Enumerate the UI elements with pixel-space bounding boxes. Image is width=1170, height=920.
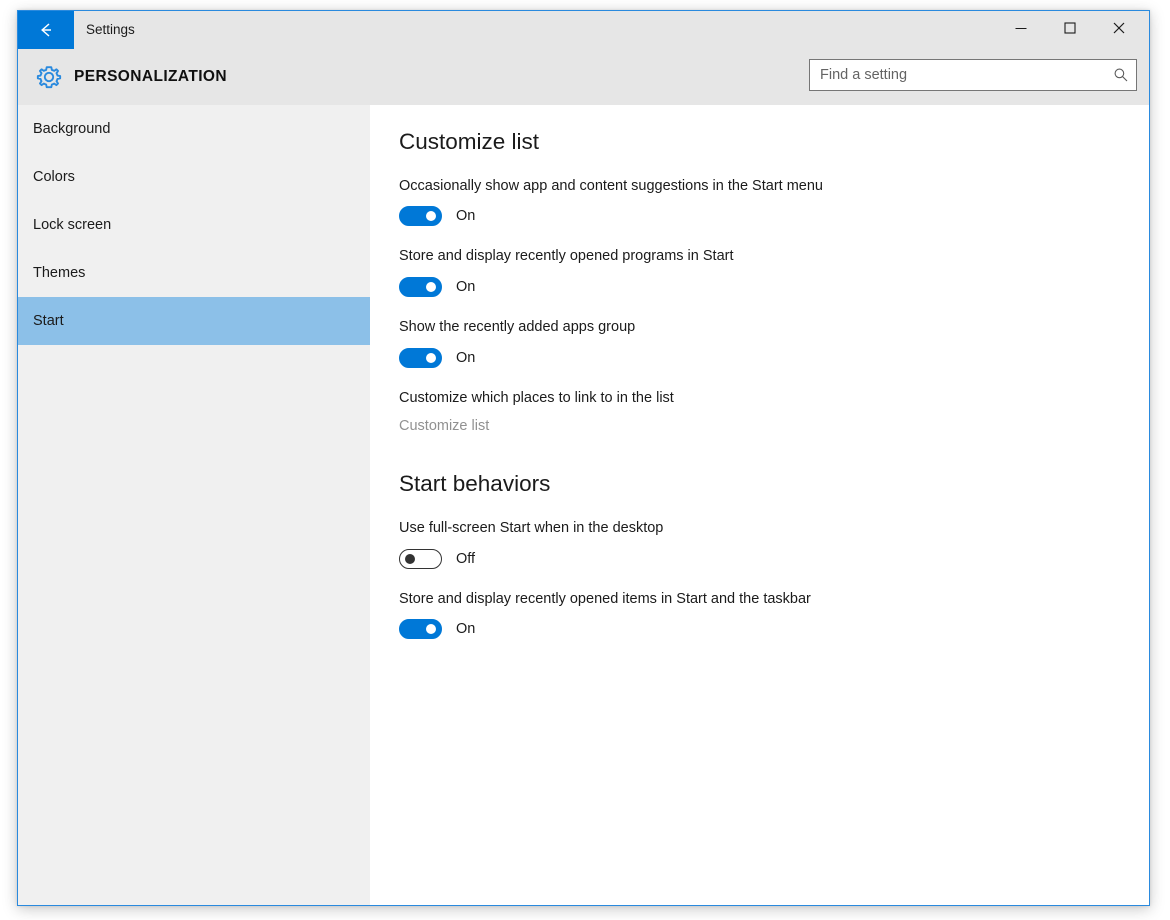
setting-label: Show the recently added apps group: [399, 319, 636, 335]
setting-label: Occasionally show app and content sugges…: [399, 177, 823, 194]
sidebar-item-themes[interactable]: Themes: [18, 249, 370, 297]
toggle-knob: [426, 282, 436, 292]
sidebar-item-label: Background: [33, 121, 111, 137]
gear-icon: [33, 61, 65, 93]
content-area: Background Colors Lock screen Themes Sta…: [18, 105, 1149, 905]
toggle-full-screen-start[interactable]: [399, 548, 442, 569]
page-title: PERSONALIZATION: [74, 68, 227, 85]
sidebar-item-colors[interactable]: Colors: [18, 153, 370, 201]
toggle-knob: [426, 624, 436, 635]
sidebar-item-label: Themes: [33, 265, 86, 281]
setting-recently-opened-items: Store and display recently opened items …: [399, 590, 1149, 641]
search-box[interactable]: [809, 59, 1137, 91]
sidebar-item-label: Start: [33, 313, 64, 329]
sidebar-item-background[interactable]: Background: [18, 105, 370, 153]
window-title: Settings: [86, 22, 135, 37]
sidebar-item-label: Lock screen: [33, 217, 112, 233]
toggle-recently-opened-items[interactable]: [399, 619, 442, 640]
toggle-recently-added-apps[interactable]: [399, 347, 442, 368]
toggle-row: On: [399, 205, 1149, 227]
minimize-icon: [1014, 21, 1028, 40]
toggle-state-label: On: [456, 349, 476, 366]
customize-list-link[interactable]: Customize list: [399, 418, 489, 434]
back-arrow-icon: [35, 19, 57, 41]
back-button[interactable]: [18, 11, 74, 49]
toggle-state-label: On: [456, 621, 476, 638]
setting-customize-places-link: Customize which places to link to in the…: [399, 389, 1149, 436]
setting-recently-opened-programs: Store and display recently opened progra…: [399, 247, 1149, 298]
setting-label: Customize which places to link to in the…: [399, 389, 674, 406]
section-heading-start-behaviors: Start behaviors: [399, 471, 551, 497]
search-icon[interactable]: [1113, 67, 1129, 83]
minimize-button[interactable]: [998, 11, 1044, 49]
sidebar-item-lock-screen[interactable]: Lock screen: [18, 201, 370, 249]
close-button[interactable]: [1096, 11, 1142, 49]
toggle-row: On: [399, 347, 1149, 369]
maximize-button[interactable]: [1047, 11, 1093, 49]
settings-panel: Customize list Occasionally show app and…: [371, 105, 1149, 905]
maximize-icon: [1063, 21, 1077, 40]
section-heading-customize-list: Customize list: [399, 129, 540, 154]
sidebar-item-start[interactable]: Start: [18, 297, 370, 345]
title-bar: Settings: [18, 11, 1149, 49]
search-input[interactable]: [810, 60, 1110, 90]
settings-window: Settings PERSONALIZATION Find a setting …: [17, 10, 1150, 906]
sidebar-nav: Background Colors Lock screen Themes Sta…: [18, 105, 370, 905]
setting-label: Store and display recently opened items …: [399, 590, 811, 607]
setting-label: Use full-screen Start when in the deskto…: [399, 520, 664, 536]
toggle-recently-opened-programs[interactable]: [399, 277, 442, 297]
toggle-knob: [426, 211, 436, 222]
setting-app-content-suggestions: Occasionally show app and content sugges…: [399, 177, 1149, 228]
toggle-row: On: [399, 618, 1149, 640]
toggle-state-label: Off: [456, 550, 476, 567]
close-icon: [1112, 21, 1126, 40]
toggle-state-label: On: [456, 279, 476, 295]
desktop-backdrop: Settings PERSONALIZATION Find a setting …: [0, 0, 1170, 920]
setting-recently-added-apps: Show the recently added apps group On: [399, 318, 1149, 369]
setting-full-screen-start: Use full-screen Start when in the deskto…: [399, 519, 1149, 570]
sidebar-item-label: Colors: [33, 169, 75, 185]
toggle-row: Off: [399, 548, 1149, 570]
toggle-knob: [426, 352, 436, 363]
toggle-knob: [405, 553, 415, 564]
toggle-row: On: [399, 276, 1149, 298]
toggle-app-content-suggestions[interactable]: [399, 206, 442, 227]
toggle-state-label: On: [456, 208, 476, 225]
setting-label: Store and display recently opened progra…: [399, 248, 734, 265]
